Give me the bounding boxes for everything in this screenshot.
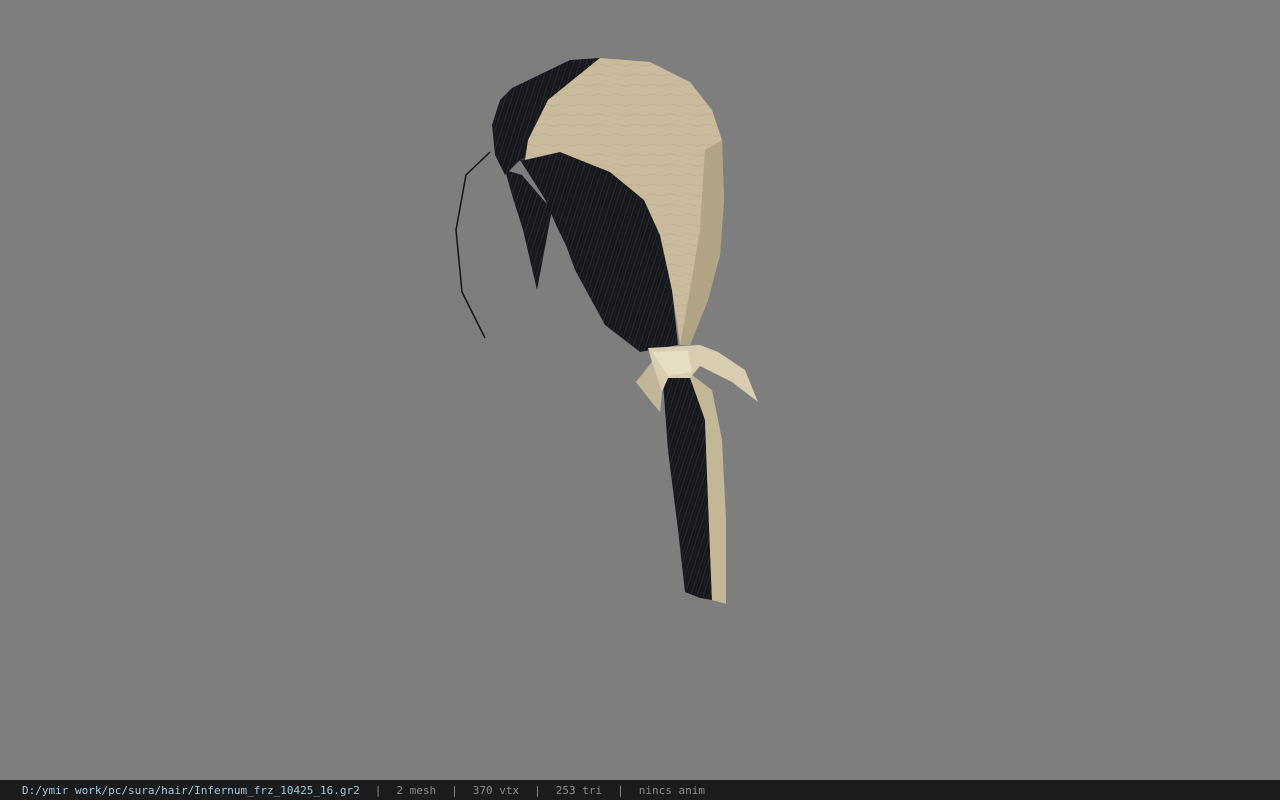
- separator: |: [534, 783, 541, 797]
- vertex-count-label: 370 vtx: [472, 783, 520, 797]
- separator: |: [451, 783, 458, 797]
- animation-status-label: nincs anim: [638, 783, 705, 797]
- separator: |: [374, 783, 382, 797]
- status-bar: D:/ymir work/pc/sura/hair/Infernum_frz_1…: [0, 780, 1280, 800]
- file-path-label: D:/ymir work/pc/sura/hair/Infernum_frz_1…: [22, 783, 360, 797]
- triangle-count-label: 253 tri: [555, 783, 603, 797]
- mesh-count-label: 2 mesh: [396, 783, 437, 797]
- stray-hair-strand: [455, 151, 491, 339]
- separator: |: [617, 783, 624, 797]
- hair-model-render: [455, 58, 758, 604]
- 3d-viewport[interactable]: [0, 0, 1280, 780]
